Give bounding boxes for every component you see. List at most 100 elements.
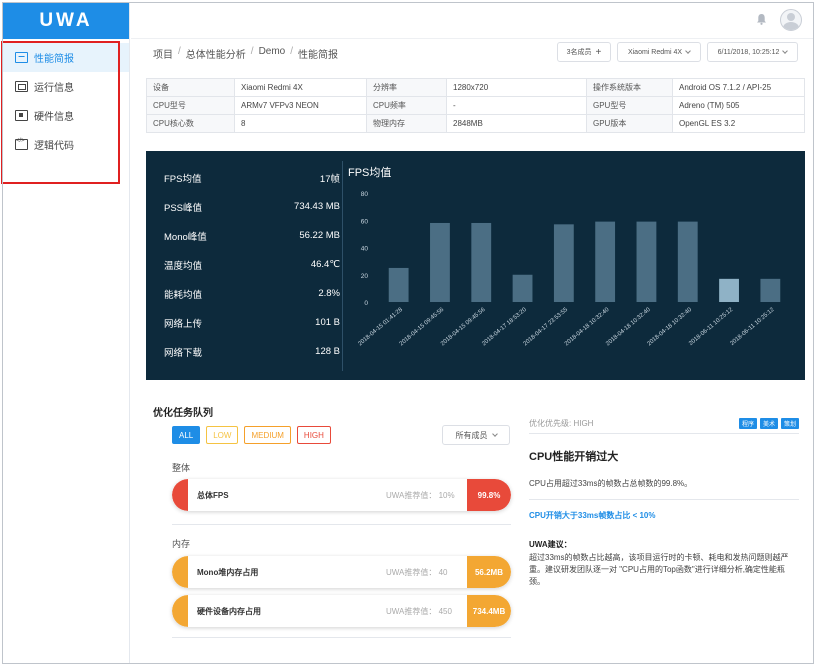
sidebar: UWA 性能简报 运行信息 硬件信息 逻辑代码: [3, 3, 130, 663]
breadcrumb: 项目 / 总体性能分析 / Demo / 性能简报: [153, 46, 339, 61]
table-cell: 设备: [146, 78, 235, 97]
members-filter-value: 所有成员: [455, 430, 488, 440]
table-cell: 1280x720: [446, 78, 587, 97]
table-row: 设备 Xiaomi Redmi 4X 分辨率 1280x720 操作系统版本 A…: [146, 78, 805, 97]
chart-bar: [636, 221, 657, 302]
priority-filters: ALL LOW MEDIUM HIGH: [172, 426, 331, 444]
chart-bar: [430, 222, 450, 302]
task-name: 硬件设备内存占用: [197, 607, 261, 616]
y-tick-label: 60: [361, 218, 369, 225]
table-cell: CPU型号: [146, 96, 235, 115]
chart-bar: [471, 222, 492, 302]
table-cell: 操作系统版本: [586, 78, 673, 97]
sidebar-item-hardware-info[interactable]: 硬件信息: [3, 101, 129, 130]
members-label: 3名成员: [566, 49, 592, 56]
sidebar-item-label: 硬件信息: [34, 112, 74, 123]
suggestion-title: UWA建议：: [529, 540, 572, 549]
avatar[interactable]: [780, 9, 802, 31]
fps-panel: FPS均值 17帧 PSS峰值 734.43 MB Mono峰值 56.22 MB 温…: [146, 151, 805, 380]
breadcrumb-item-analysis[interactable]: 总体性能分析: [186, 46, 246, 61]
tag-program[interactable]: 程序: [738, 418, 757, 429]
table-cell: CPU频率: [366, 96, 447, 115]
priority-marker: [172, 556, 188, 588]
table-cell: 2848MB: [446, 114, 587, 133]
x-tick-label: 2018-06-11 10:25:12: [729, 307, 776, 348]
app-root: UWA 性能简报 运行信息 硬件信息 逻辑代码: [0, 0, 818, 666]
role-tags: 程序 美术 策划: [738, 418, 799, 429]
x-tick-label: 2018-04-17 23:53:55: [523, 307, 570, 348]
breadcrumb-item-project[interactable]: 项目: [153, 46, 173, 61]
table-cell: Adreno (TM) 505: [672, 96, 805, 115]
group-title-memory: 内存: [172, 539, 191, 549]
divider: [172, 524, 511, 525]
datetime-select[interactable]: 6/11/2018, 10:25:12: [707, 42, 798, 62]
x-tick-label: 2018-04-15 01:41:28: [357, 307, 404, 348]
table-cell: 物理内存: [366, 114, 447, 133]
device-select[interactable]: Xiaomi Redmi 4X: [617, 42, 701, 62]
task-item-overall-fps[interactable]: 总体FPS UWA推荐值： 10% 99.8%: [172, 479, 511, 511]
chevron-down-icon: [685, 47, 691, 54]
sidebar-item-runtime-info[interactable]: 运行信息: [3, 72, 129, 101]
filter-low-button[interactable]: LOW: [206, 426, 239, 444]
sidebar-menu: 性能简报 运行信息 硬件信息 逻辑代码: [3, 43, 129, 159]
x-tick-label: 2018-04-17 18:53:20: [481, 307, 528, 348]
breadcrumb-bar: 项目 / 总体性能分析 / Demo / 性能简报 3名成员 + Xiaomi Red…: [131, 40, 813, 67]
table-cell: GPU版本: [586, 114, 673, 133]
sidebar-item-logic-code[interactable]: 逻辑代码: [3, 130, 129, 159]
breadcrumb-item-demo[interactable]: Demo: [259, 46, 286, 61]
y-tick-label: 40: [361, 246, 369, 253]
chart-bar: [719, 278, 739, 302]
group-title-overall: 整体: [172, 463, 191, 473]
filter-medium-button[interactable]: MEDIUM: [244, 426, 291, 444]
chart-title: FPS均值: [348, 166, 391, 179]
x-tick-label: 2018-04-15 09:45:56: [440, 307, 487, 348]
tag-art[interactable]: 美术: [759, 418, 778, 429]
chart-bar: [677, 221, 698, 302]
y-tick-label: 0: [364, 300, 368, 307]
members-button[interactable]: 3名成员 +: [557, 42, 611, 62]
task-item-device-memory[interactable]: 硬件设备内存占用 UWA推荐值： 450 734.4MB: [172, 595, 511, 627]
table-cell: Xiaomi Redmi 4X: [234, 78, 367, 97]
priority-marker: [172, 479, 188, 511]
chart-bar: [595, 221, 616, 302]
divider: [529, 499, 799, 500]
datetime-select-value: 6/11/2018, 10:25:12: [717, 48, 780, 56]
sidebar-item-performance-brief[interactable]: 性能简报: [3, 43, 129, 72]
plus-icon: +: [595, 46, 602, 58]
code-icon: [15, 138, 28, 150]
priority-label: 优化优先级: HIGH: [529, 419, 594, 428]
logo[interactable]: UWA: [3, 3, 129, 39]
suggestion-text: 超过33ms的帧数占比越高，该项目运行时的卡顿、耗电和发热问题则越严重。建议研发…: [529, 553, 789, 586]
sidebar-item-label: 逻辑代码: [34, 141, 74, 152]
priority-marker: [172, 595, 188, 627]
fps-chart: FPS均值0204060802018-04-15 01:41:282018-04…: [348, 166, 781, 348]
task-recommendation: UWA推荐值： 450: [386, 607, 452, 616]
members-filter-select[interactable]: 所有成员: [442, 425, 510, 445]
tag-design[interactable]: 策划: [780, 418, 799, 429]
detail-description: CPU占用超过33ms的帧数占总帧数的99.8%。: [529, 479, 693, 488]
chevron-down-icon: [782, 47, 789, 54]
task-name: 总体FPS: [197, 491, 229, 500]
task-recommendation: UWA推荐值： 10%: [386, 491, 455, 500]
x-tick-label: 2018-06-11 10:25:12: [688, 307, 735, 348]
device-info-table: 设备 Xiaomi Redmi 4X 分辨率 1280x720 操作系统版本 A…: [146, 78, 805, 133]
table-cell: CPU核心数: [146, 114, 235, 133]
table-cell: Android OS 7.1.2 / API-25: [672, 78, 805, 97]
task-name: Mono堆内存占用: [197, 568, 259, 577]
tasks-title: 优化任务队列: [153, 408, 213, 419]
table-cell: 8: [234, 114, 367, 133]
task-detail: 优化优先级: HIGH 程序 美术 策划 CPU性能开销过大 CPU占用超过33…: [529, 418, 799, 588]
task-recommendation: UWA推荐值： 40: [386, 568, 448, 577]
bell-icon[interactable]: [756, 13, 767, 25]
filter-all-button[interactable]: ALL: [172, 426, 201, 444]
detail-metric: CPU开销大于33ms帧数占比 < 10%: [529, 511, 656, 520]
sidebar-item-label: 运行信息: [34, 83, 74, 94]
chevron-down-icon: [491, 430, 498, 437]
task-item-mono-heap[interactable]: Mono堆内存占用 UWA推荐值： 40 56.2MB: [172, 556, 511, 588]
filter-high-button[interactable]: HIGH: [296, 426, 331, 444]
task-value: 734.4MB: [467, 595, 511, 627]
table-cell: -: [446, 96, 587, 115]
y-tick-label: 20: [361, 273, 369, 280]
window-icon: [15, 81, 28, 92]
divider: [172, 637, 511, 638]
